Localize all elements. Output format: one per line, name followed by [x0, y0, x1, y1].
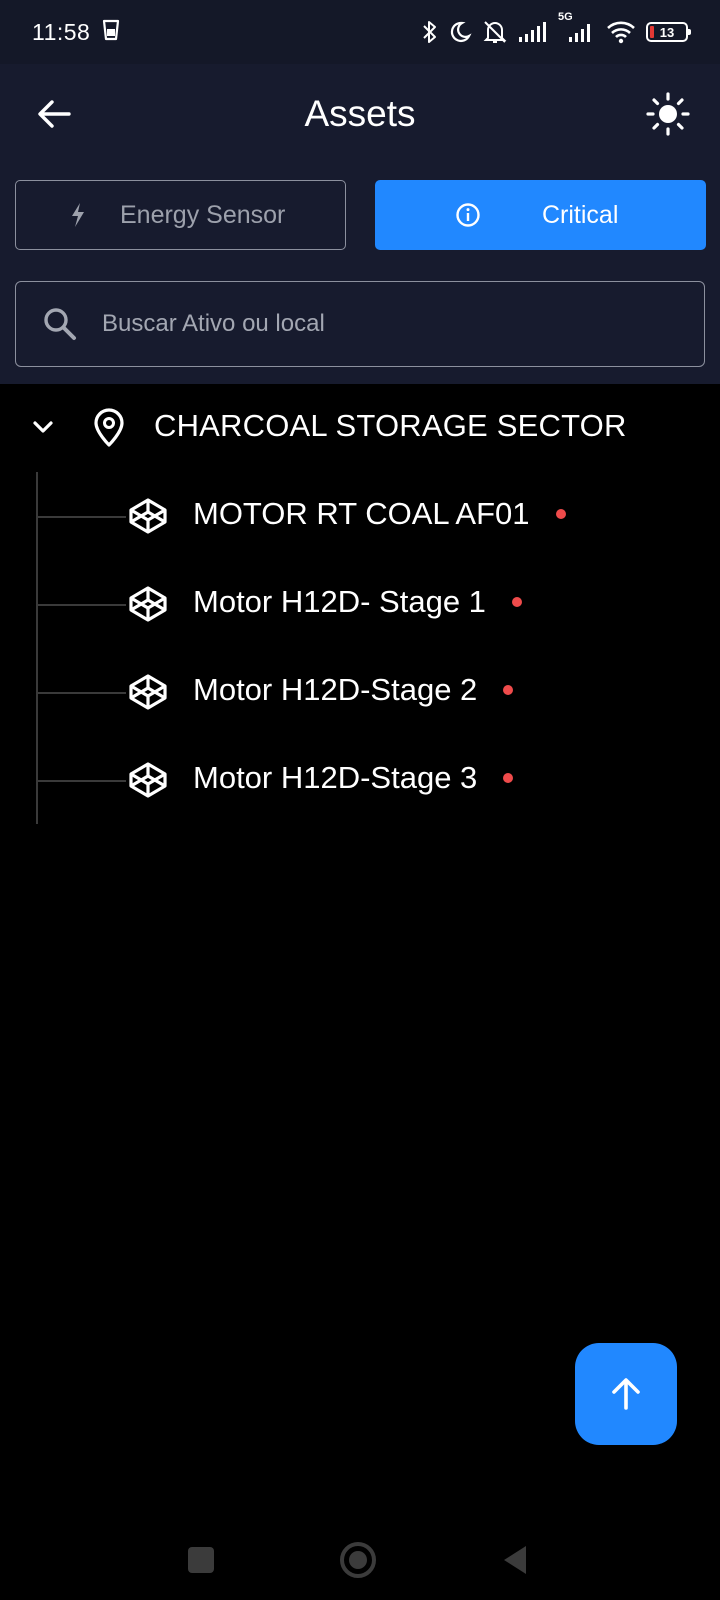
arrow-up-icon	[612, 1378, 640, 1410]
system-nav-bar	[0, 1520, 720, 1600]
chevron-down-icon[interactable]	[30, 414, 56, 445]
bell-off-icon	[482, 19, 508, 45]
asset-label: Motor H12D-Stage 2	[193, 672, 478, 707]
wifi-icon	[606, 20, 636, 44]
asset-label: Motor H12D- Stage 1	[193, 584, 486, 619]
component-icon	[128, 585, 168, 628]
battery-level: 13	[659, 24, 675, 40]
signal-icon	[518, 21, 548, 43]
critical-status-dot	[503, 773, 514, 783]
tree-connector-horizontal	[36, 516, 126, 518]
asset-label: Motor H12D-Stage 3	[193, 760, 478, 795]
status-time: 11:58	[32, 18, 91, 45]
tree-item-asset[interactable]: Motor H12D-Stage 2	[36, 648, 720, 736]
search-input[interactable]	[102, 310, 642, 338]
search-box[interactable]	[15, 281, 705, 367]
system-back-button[interactable]	[502, 1544, 528, 1581]
app-bar: Assets	[0, 64, 720, 164]
network-type-label: 5G	[558, 11, 573, 23]
search-icon	[40, 304, 80, 344]
battery-icon: 13	[646, 22, 691, 42]
page-title: Assets	[304, 93, 416, 134]
bolt-icon	[64, 202, 92, 228]
component-icon	[128, 497, 168, 540]
theme-toggle-button[interactable]	[644, 90, 692, 138]
tree-item-asset[interactable]: Motor H12D-Stage 3	[36, 736, 720, 824]
home-button[interactable]	[340, 1542, 376, 1578]
sun-icon	[646, 92, 690, 136]
scroll-to-top-button[interactable]	[575, 1343, 677, 1445]
critical-status-dot	[555, 509, 566, 519]
tree-connector-horizontal	[36, 692, 126, 694]
critical-filter-button[interactable]: Critical	[375, 180, 706, 250]
recent-apps-button[interactable]	[188, 1547, 214, 1573]
filter-area: Energy Sensor Critical	[0, 164, 720, 384]
signal-5g-icon: 5G	[558, 11, 596, 43]
tree-connector-horizontal	[36, 780, 126, 782]
location-label: CHARCOAL STORAGE SECTOR	[154, 408, 627, 443]
arrow-left-icon	[38, 100, 71, 128]
tree-item-asset[interactable]: MOTOR RT COAL AF01	[36, 472, 720, 560]
component-icon	[128, 761, 168, 804]
back-button[interactable]	[32, 92, 76, 136]
tree-connector-horizontal	[36, 604, 126, 606]
moon-icon	[448, 20, 472, 44]
energy-sensor-filter-label: Energy Sensor	[120, 200, 286, 229]
clipboard-icon	[102, 19, 120, 46]
status-bar: 11:58 5G 13	[0, 0, 720, 64]
critical-filter-label: Critical	[542, 200, 619, 229]
info-circle-icon	[454, 202, 482, 228]
tree-location-row[interactable]: CHARCOAL STORAGE SECTOR	[0, 384, 720, 472]
bluetooth-icon	[422, 19, 438, 45]
energy-sensor-filter-button[interactable]: Energy Sensor	[15, 180, 346, 250]
critical-status-dot	[503, 685, 514, 695]
critical-status-dot	[511, 597, 522, 607]
asset-label: MOTOR RT COAL AF01	[193, 496, 530, 531]
component-icon	[128, 673, 168, 716]
location-pin-icon	[92, 408, 126, 453]
tree-item-asset[interactable]: Motor H12D- Stage 1	[36, 560, 720, 648]
